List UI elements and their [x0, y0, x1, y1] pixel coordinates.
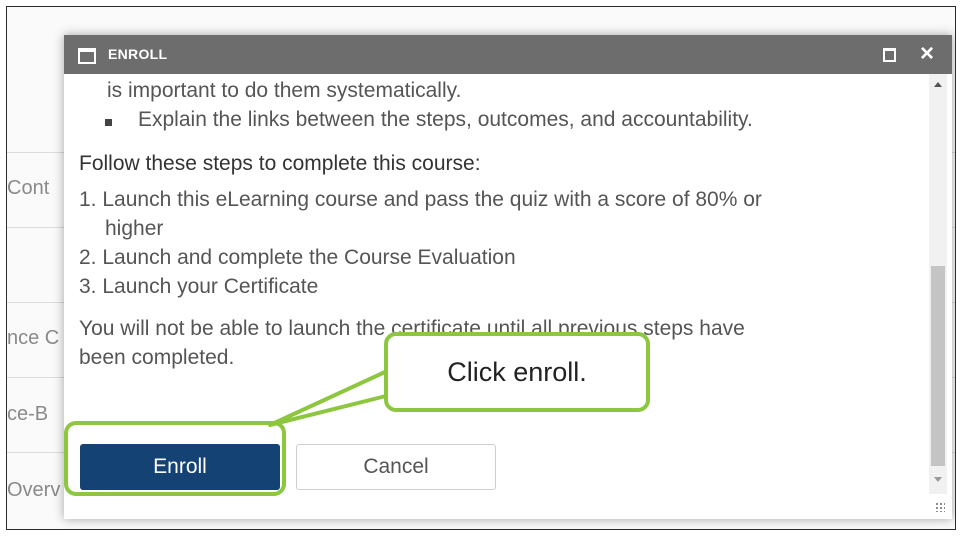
callout-graphic — [64, 332, 650, 496]
callout-pointer — [268, 364, 400, 427]
callout-text: Click enroll. — [447, 356, 587, 387]
enroll-highlight — [64, 421, 286, 496]
